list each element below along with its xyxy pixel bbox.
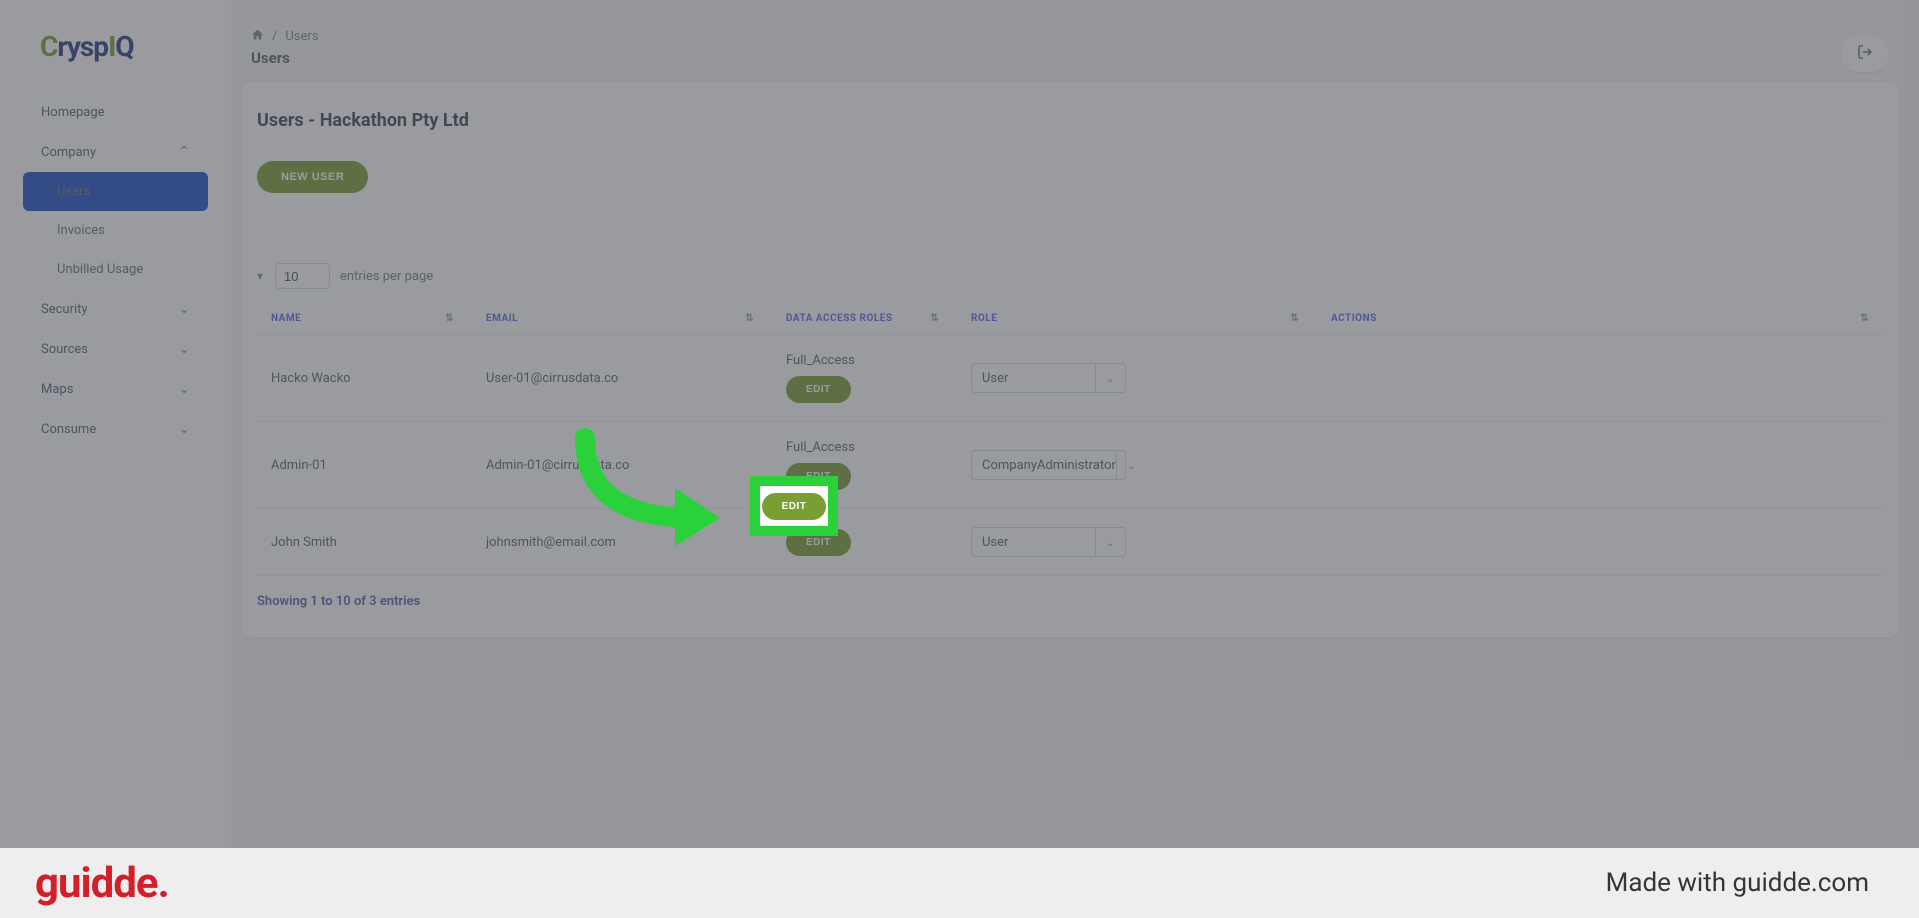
sidebar-item-users[interactable]: Users xyxy=(23,172,208,211)
breadcrumb-item[interactable]: Users xyxy=(285,29,318,44)
sidebar-item-label: Unbilled Usage xyxy=(57,262,143,277)
sidebar-item-label: Invoices xyxy=(57,223,105,238)
users-table: NAME ⇅ EMAIL ⇅ DATA ACCESS ROLES ⇅ ROLE ⇅ AC… xyxy=(255,303,1885,576)
col-header-label: ACTIONS xyxy=(1331,313,1377,324)
cell-email: Admin-01@cirrusdata.co xyxy=(470,422,770,509)
main-content: / Users Users Users - Hackathon Pty Ltd … xyxy=(231,0,1919,918)
sidebar-item-label: Security xyxy=(41,302,88,317)
table-row: Hacko Wacko User-01@cirrusdata.co Full_A… xyxy=(255,335,1885,422)
cell-actions xyxy=(1315,422,1885,509)
sidebar-item-consume[interactable]: Consume xyxy=(23,409,208,449)
cell-role: User ⌄ xyxy=(955,509,1315,576)
guidde-banner: guidde. Made with guidde.com xyxy=(0,848,1919,918)
sidebar-item-label: Consume xyxy=(41,422,96,437)
cell-email: johnsmith@email.com xyxy=(470,509,770,576)
cell-email: User-01@cirrusdata.co xyxy=(470,335,770,422)
role-select[interactable]: CompanyAdministrator ⌄ xyxy=(971,450,1126,480)
role-select-value: User xyxy=(982,371,1008,386)
breadcrumb-separator: / xyxy=(272,29,277,44)
table-row: John Smith johnsmith@email.com EDIT User… xyxy=(255,509,1885,576)
col-actions[interactable]: ACTIONS ⇅ xyxy=(1315,303,1885,335)
sidebar-item-label: Company xyxy=(41,145,96,160)
entries-input[interactable] xyxy=(275,263,330,289)
chevron-down-icon xyxy=(178,421,190,437)
logout-icon xyxy=(1857,44,1873,64)
nav: Homepage Company Users Invoices Unbilled… xyxy=(0,93,231,449)
cell-actions xyxy=(1315,509,1885,576)
chevron-down-icon: ⌄ xyxy=(1095,364,1115,392)
cell-actions xyxy=(1315,335,1885,422)
role-select[interactable]: User ⌄ xyxy=(971,363,1126,393)
cell-name: Hacko Wacko xyxy=(255,335,470,422)
role-select[interactable]: User ⌄ xyxy=(971,527,1126,557)
col-role[interactable]: ROLE ⇅ xyxy=(955,303,1315,335)
users-card: Users - Hackathon Pty Ltd NEW USER ▾ ent… xyxy=(241,82,1899,637)
logout-button[interactable] xyxy=(1841,36,1889,72)
sidebar: CryspIQ Homepage Company Users Invoices … xyxy=(0,0,231,918)
edit-access-button[interactable]: EDIT xyxy=(786,529,851,556)
sort-icon: ⇅ xyxy=(1290,313,1299,324)
entries-dropdown-toggle[interactable]: ▾ xyxy=(257,269,263,283)
access-role-text: Full_Access xyxy=(786,440,855,455)
sidebar-item-label: Sources xyxy=(41,342,88,357)
access-role-text: Full_Access xyxy=(786,353,855,368)
col-header-label: ROLE xyxy=(971,313,997,324)
chevron-up-icon xyxy=(178,144,190,160)
logo-letter-c: C xyxy=(40,30,57,63)
sidebar-item-maps[interactable]: Maps xyxy=(23,369,208,409)
sidebar-item-unbilled-usage[interactable]: Unbilled Usage xyxy=(23,250,208,289)
page-title: Users xyxy=(251,49,319,67)
entries-control: ▾ entries per page xyxy=(255,263,1885,289)
home-icon[interactable] xyxy=(251,28,264,45)
sidebar-item-label: Homepage xyxy=(41,105,105,120)
sidebar-item-label: Users xyxy=(57,184,90,199)
role-select-value: User xyxy=(982,535,1008,550)
col-header-label: NAME xyxy=(271,313,301,324)
sort-icon: ⇅ xyxy=(445,313,454,324)
cell-role: CompanyAdministrator ⌄ xyxy=(955,422,1315,509)
breadcrumb: / Users xyxy=(251,28,319,45)
sidebar-item-invoices[interactable]: Invoices xyxy=(23,211,208,250)
card-title: Users - Hackathon Pty Ltd xyxy=(255,110,1885,161)
highlighted-edit-button[interactable]: EDIT xyxy=(762,493,827,520)
sidebar-item-sources[interactable]: Sources xyxy=(23,329,208,369)
sidebar-item-security[interactable]: Security xyxy=(23,289,208,329)
sort-icon: ⇅ xyxy=(1860,313,1869,324)
col-header-label: EMAIL xyxy=(486,313,518,324)
cell-role: User ⌄ xyxy=(955,335,1315,422)
chevron-down-icon xyxy=(178,381,190,397)
cell-name: John Smith xyxy=(255,509,470,576)
logo-letter-q: Q xyxy=(115,30,133,63)
sort-icon: ⇅ xyxy=(930,313,939,324)
table-footer-info: Showing 1 to 10 of 3 entries xyxy=(255,576,1885,609)
guidde-logo: guidde. xyxy=(35,859,169,908)
edit-access-button[interactable]: EDIT xyxy=(786,376,851,403)
chevron-down-icon: ⌄ xyxy=(1116,451,1136,479)
chevron-down-icon xyxy=(178,301,190,317)
sort-icon: ⇅ xyxy=(745,313,754,324)
chevron-down-icon xyxy=(178,341,190,357)
col-name[interactable]: NAME ⇅ xyxy=(255,303,470,335)
col-email[interactable]: EMAIL ⇅ xyxy=(470,303,770,335)
role-select-value: CompanyAdministrator xyxy=(982,458,1116,473)
header: / Users Users xyxy=(241,0,1899,82)
col-header-label: DATA ACCESS ROLES xyxy=(786,313,893,324)
edit-access-button[interactable]: EDIT xyxy=(786,463,851,490)
entries-label: entries per page xyxy=(340,269,433,284)
col-access-roles[interactable]: DATA ACCESS ROLES ⇅ xyxy=(770,303,955,335)
sidebar-item-label: Maps xyxy=(41,382,73,397)
new-user-button[interactable]: NEW USER xyxy=(257,161,368,193)
sidebar-item-company[interactable]: Company xyxy=(23,132,208,172)
sidebar-item-homepage[interactable]: Homepage xyxy=(23,93,208,132)
logo-letters-rysp: rysp xyxy=(57,30,108,63)
guidde-attribution: Made with guidde.com xyxy=(1606,868,1869,898)
table-row: Admin-01 Admin-01@cirrusdata.co Full_Acc… xyxy=(255,422,1885,509)
cell-access: Full_Access EDIT xyxy=(770,335,955,422)
logo: CryspIQ xyxy=(0,30,231,93)
cell-name: Admin-01 xyxy=(255,422,470,509)
chevron-down-icon: ⌄ xyxy=(1095,528,1115,556)
